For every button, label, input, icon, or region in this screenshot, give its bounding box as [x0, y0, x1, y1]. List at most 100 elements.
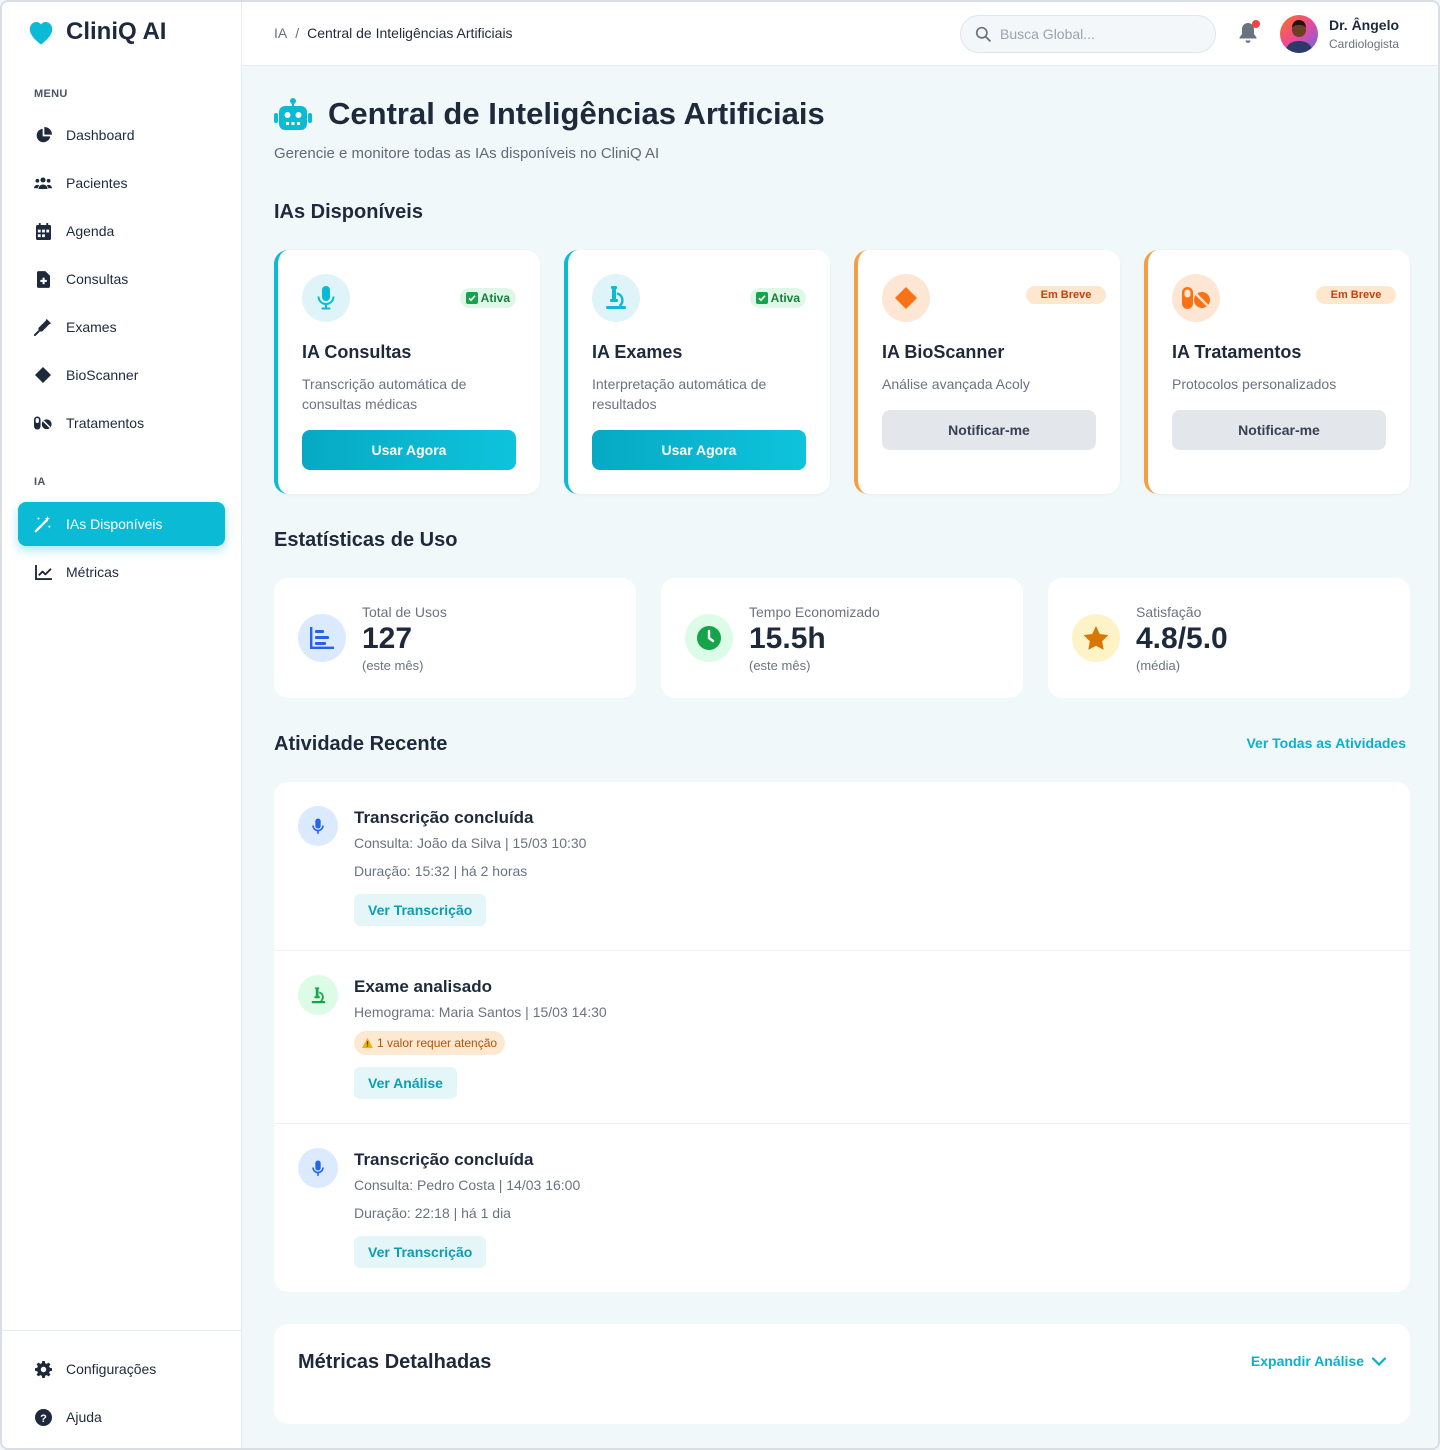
breadcrumb: IA / Central de Inteligências Artificiai…: [274, 25, 513, 41]
sidebar-item-label: BioScanner: [66, 367, 139, 383]
ia-section-label: IA: [34, 476, 46, 488]
sidebar-item-consultas[interactable]: Consultas: [18, 257, 225, 301]
page-title: Central de Inteligências Artificiais: [328, 96, 825, 131]
logo[interactable]: CliniQ AI: [26, 18, 166, 46]
chevron-down-icon: [1372, 1356, 1386, 1366]
app-frame: CliniQ AI MENU Dashboard Pacientes Agend…: [0, 0, 1440, 1450]
sidebar-item-label: Pacientes: [66, 175, 128, 191]
status-badge: Ativa: [749, 288, 806, 308]
stat-note: (média): [1136, 658, 1181, 673]
ia-card-tratamentos: Em Breve IA Tratamentos Protocolos perso…: [1144, 250, 1410, 494]
detailed-metrics-panel: Métricas Detalhadas Expandir Análise: [274, 1324, 1410, 1424]
use-now-button[interactable]: Usar Agora: [302, 430, 516, 470]
sidebar-item-label: IAs Disponíveis: [66, 516, 163, 532]
sidebar: CliniQ AI MENU Dashboard Pacientes Agend…: [2, 2, 242, 1448]
expand-analysis-button[interactable]: Expandir Análise: [1251, 1353, 1386, 1369]
microphone-icon: [302, 274, 350, 322]
sidebar-item-tratamentos[interactable]: Tratamentos: [18, 401, 225, 445]
sidebar-item-dashboard[interactable]: Dashboard: [18, 113, 225, 157]
breadcrumb-item-ia[interactable]: IA: [274, 25, 287, 41]
use-now-button[interactable]: Usar Agora: [592, 430, 806, 470]
see-all-activities-link[interactable]: Ver Todas as Atividades: [1246, 735, 1406, 751]
sidebar-item-agenda[interactable]: Agenda: [18, 209, 225, 253]
view-analysis-button[interactable]: Ver Análise: [354, 1067, 457, 1099]
file-medical-icon: [34, 270, 52, 288]
star-icon: [1072, 614, 1120, 662]
stats-section-title: Estatísticas de Uso: [274, 529, 458, 551]
menu-section-label: MENU: [34, 88, 68, 100]
sidebar-item-label: Tratamentos: [66, 415, 145, 431]
list-item: Transcrição concluída Consulta: Pedro Co…: [274, 1124, 1410, 1292]
ia-card-bioscanner: Em Breve IA BioScanner Análise avançada …: [854, 250, 1120, 494]
ia-card-desc: Protocolos personalizados: [1172, 376, 1337, 392]
pie-chart-icon: [34, 126, 52, 144]
activity-detail: Consulta: João da Silva | 15/03 10:30: [354, 835, 587, 851]
list-item: Transcrição concluída Consulta: João da …: [274, 782, 1410, 951]
sidebar-item-label: Métricas: [66, 564, 119, 580]
sidebar-item-ias-disponiveis[interactable]: IAs Disponíveis: [18, 502, 225, 546]
syringe-icon: [34, 318, 52, 336]
activity-duration: Duração: 22:18 | há 1 dia: [354, 1205, 511, 1221]
view-transcription-button[interactable]: Ver Transcrição: [354, 1236, 487, 1268]
pills-icon: [34, 414, 52, 432]
stat-value: 127: [362, 622, 413, 655]
ia-card-desc: Análise avançada Acoly: [882, 376, 1030, 392]
activity-detail: Hemograma: Maria Santos | 15/03 14:30: [354, 1004, 607, 1020]
sidebar-item-configuracoes[interactable]: Configurações: [18, 1347, 225, 1391]
stat-value: 15.5h: [749, 622, 826, 655]
status-badge: Ativa: [459, 288, 516, 308]
ias-section-title: IAs Disponíveis: [274, 201, 423, 223]
ia-card-desc: Transcrição automática de consultas médi…: [302, 376, 467, 412]
users-icon: [34, 174, 52, 192]
stat-card-tempo-economizado: Tempo Economizado 15.5h (este mês): [661, 578, 1023, 698]
clock-icon: [685, 614, 733, 662]
metrics-title: Métricas Detalhadas: [298, 1351, 492, 1373]
view-transcription-button[interactable]: Ver Transcrição: [354, 894, 487, 926]
global-search[interactable]: [960, 15, 1216, 53]
search-icon: [975, 26, 991, 42]
warning-badge: 1 valor requer atenção: [354, 1031, 506, 1055]
notify-me-button[interactable]: Notificar-me: [1172, 410, 1386, 450]
avatar[interactable]: [1280, 15, 1318, 53]
sidebar-item-metricas[interactable]: Métricas: [18, 550, 225, 594]
user-name[interactable]: Dr. Ângelo: [1329, 17, 1399, 33]
sidebar-item-label: Exames: [66, 319, 117, 335]
stat-note: (este mês): [362, 658, 424, 673]
ia-card-name: IA Tratamentos: [1172, 342, 1302, 362]
stat-note: (este mês): [749, 658, 811, 673]
stat-card-satisfacao: Satisfação 4.8/5.0 (média): [1048, 578, 1410, 698]
sidebar-item-label: Ajuda: [66, 1409, 102, 1425]
sidebar-item-pacientes[interactable]: Pacientes: [18, 161, 225, 205]
stat-card-total-usos: Total de Usos 127 (este mês): [274, 578, 636, 698]
stat-value: 4.8/5.0: [1136, 622, 1228, 655]
check-square-icon: [465, 292, 478, 304]
notify-me-button[interactable]: Notificar-me: [882, 410, 1096, 450]
status-badge: Em Breve: [1026, 286, 1106, 304]
gear-icon: [34, 1360, 52, 1378]
heart-icon: [29, 22, 53, 45]
ia-card-name: IA Exames: [592, 342, 683, 362]
activity-title: Exame analisado: [354, 977, 492, 996]
microphone-icon: [298, 1148, 338, 1188]
warning-icon: [362, 1038, 373, 1048]
stat-label: Total de Usos: [362, 604, 447, 620]
ia-card-name: IA BioScanner: [882, 342, 1005, 362]
page-subtitle: Gerencie e monitore todas as IAs disponí…: [274, 145, 660, 162]
diamond-icon: [882, 274, 930, 322]
activity-section-title: Atividade Recente: [274, 733, 448, 755]
sidebar-item-label: Configurações: [66, 1361, 157, 1377]
activity-title: Transcrição concluída: [354, 808, 534, 827]
ia-card-desc: Interpretação automática de resultados: [592, 376, 767, 412]
breadcrumb-current: Central de Inteligências Artificiais: [307, 25, 513, 41]
notifications-button[interactable]: [1238, 20, 1260, 46]
sidebar-item-ajuda[interactable]: ? Ajuda: [18, 1395, 225, 1439]
sidebar-item-exames[interactable]: Exames: [18, 305, 225, 349]
search-input[interactable]: [1000, 26, 1200, 42]
svg-text:?: ?: [40, 1412, 47, 1424]
sidebar-item-bioscanner[interactable]: BioScanner: [18, 353, 225, 397]
magic-wand-icon: [34, 515, 52, 533]
robot-icon: [274, 98, 312, 137]
bar-list-icon: [298, 614, 346, 662]
topbar: IA / Central de Inteligências Artificiai…: [242, 2, 1438, 66]
microscope-icon: [298, 975, 338, 1015]
